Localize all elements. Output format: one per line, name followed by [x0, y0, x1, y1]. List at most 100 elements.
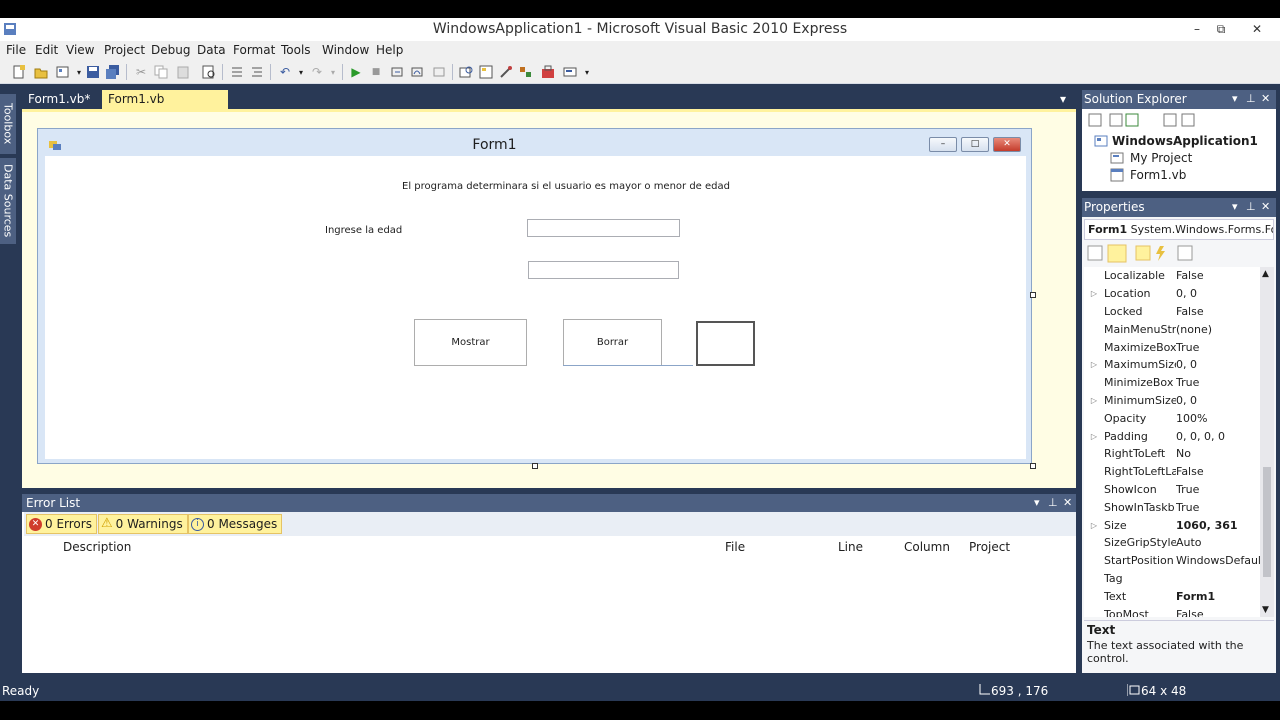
- menu-data[interactable]: Data: [193, 41, 230, 60]
- menu-format[interactable]: Format: [229, 41, 279, 60]
- column-column[interactable]: Column: [904, 540, 950, 554]
- property-grid-scrollbar[interactable]: ▲ ▼: [1260, 267, 1274, 617]
- property-row[interactable]: MaximizeBox True: [1084, 338, 1260, 356]
- error-list-close-icon[interactable]: ✕: [1063, 496, 1072, 509]
- find-icon[interactable]: [200, 63, 218, 81]
- scrollbar-thumb[interactable]: [1263, 467, 1271, 577]
- save-all-icon[interactable]: [104, 63, 122, 81]
- property-value[interactable]: Form1: [1176, 590, 1260, 603]
- property-value[interactable]: 1060, 361: [1176, 519, 1260, 532]
- property-row[interactable]: MinimizeBox True: [1084, 374, 1260, 392]
- property-row[interactable]: StartPosition WindowsDefault: [1084, 552, 1260, 570]
- property-row[interactable]: ▷ Size 1060, 361: [1084, 516, 1260, 534]
- label-heading[interactable]: El programa determinara si el usuario es…: [402, 181, 730, 192]
- solution-explorer-icon[interactable]: [477, 63, 495, 81]
- property-row[interactable]: TopMost False: [1084, 605, 1260, 617]
- property-row[interactable]: Text Form1: [1084, 587, 1260, 605]
- property-row[interactable]: SizeGripStyle Auto: [1084, 534, 1260, 552]
- selected-button[interactable]: [696, 321, 755, 366]
- property-value[interactable]: True: [1176, 501, 1260, 514]
- data-sources-tab[interactable]: Data Sources: [0, 158, 16, 244]
- object-selector[interactable]: Form1 System.Windows.Forms.Fo: [1084, 219, 1274, 240]
- resize-handle-right[interactable]: [1030, 292, 1036, 298]
- properties-window-icon[interactable]: [497, 63, 515, 81]
- property-row[interactable]: ShowIcon True: [1084, 481, 1260, 499]
- properties-pin-icon[interactable]: ⊥: [1246, 200, 1256, 213]
- property-value[interactable]: 0, 0, 0, 0: [1176, 430, 1260, 443]
- age-textbox[interactable]: [527, 219, 680, 237]
- object-browser-icon[interactable]: [517, 63, 535, 81]
- property-row[interactable]: Tag: [1084, 570, 1260, 588]
- mostrar-button[interactable]: Mostrar: [414, 319, 527, 366]
- column-project[interactable]: Project: [969, 540, 1010, 554]
- toolbox-icon[interactable]: [539, 63, 557, 81]
- open-folder-icon[interactable]: [32, 63, 50, 81]
- toolbar-options-icon[interactable]: ▾: [578, 63, 596, 81]
- solution-explorer-pin-icon[interactable]: ⊥: [1246, 92, 1256, 105]
- stop-debugging-icon[interactable]: ■: [367, 63, 385, 81]
- messages-filter[interactable]: i 0 Messages: [188, 514, 283, 534]
- expand-icon[interactable]: ▷: [1084, 289, 1104, 298]
- scroll-up-icon[interactable]: ▲: [1262, 269, 1269, 279]
- property-value[interactable]: True: [1176, 341, 1260, 354]
- property-value[interactable]: Auto: [1176, 536, 1260, 549]
- column-description[interactable]: Description: [63, 540, 131, 554]
- step-over-icon[interactable]: [408, 63, 426, 81]
- property-row[interactable]: RightToLeft No: [1084, 445, 1260, 463]
- property-value[interactable]: (none): [1176, 323, 1260, 336]
- property-value[interactable]: 0, 0: [1176, 394, 1260, 407]
- menu-edit[interactable]: Edit: [31, 41, 62, 60]
- error-list-pin-icon[interactable]: ⊥: [1048, 496, 1058, 509]
- save-icon[interactable]: [84, 63, 102, 81]
- property-value[interactable]: False: [1176, 269, 1260, 282]
- properties-dropdown-icon[interactable]: ▾: [1232, 200, 1238, 213]
- menu-view[interactable]: View: [62, 41, 98, 60]
- form1-file-node[interactable]: Form1.vb: [1130, 168, 1186, 182]
- expand-icon[interactable]: ▷: [1084, 396, 1104, 405]
- cut-icon[interactable]: ✂: [132, 63, 150, 81]
- property-row[interactable]: RightToLeftLa False: [1084, 463, 1260, 481]
- resize-handle-bottom[interactable]: [532, 463, 538, 469]
- column-line[interactable]: Line: [838, 540, 863, 554]
- start-debugging-icon[interactable]: ▶: [347, 63, 365, 81]
- redo-dropdown-icon[interactable]: ▾: [324, 63, 342, 81]
- solution-project-node[interactable]: WindowsApplication1: [1112, 134, 1258, 148]
- toolbox-tab[interactable]: Toolbox: [0, 94, 16, 154]
- expand-icon[interactable]: ▷: [1084, 432, 1104, 441]
- close-button[interactable]: ✕: [1242, 18, 1272, 41]
- extension-icon[interactable]: [561, 63, 579, 81]
- restore-button[interactable]: ⧉: [1206, 18, 1236, 41]
- uncomment-icon[interactable]: [248, 63, 266, 81]
- tab-list-dropdown-icon[interactable]: ▾: [1060, 92, 1066, 106]
- property-value[interactable]: False: [1176, 465, 1260, 478]
- tab-form1-code[interactable]: Form1.vb*: [22, 90, 96, 109]
- step-into-icon[interactable]: [388, 63, 406, 81]
- resize-handle-corner[interactable]: [1030, 463, 1036, 469]
- property-value[interactable]: 0, 0: [1176, 287, 1260, 300]
- copy-icon[interactable]: [152, 63, 170, 81]
- warnings-filter[interactable]: ⚠ 0 Warnings: [98, 514, 188, 534]
- solution-explorer-close-icon[interactable]: ✕: [1261, 92, 1270, 105]
- label-age[interactable]: Ingrese la edad: [325, 225, 402, 236]
- find-in-files-icon[interactable]: [457, 63, 475, 81]
- property-row[interactable]: ▷ MaximumSize 0, 0: [1084, 356, 1260, 374]
- expand-icon[interactable]: ▷: [1084, 521, 1104, 530]
- expand-icon[interactable]: ▷: [1084, 360, 1104, 369]
- property-value[interactable]: WindowsDefault: [1176, 554, 1260, 567]
- property-row[interactable]: ShowInTaskb True: [1084, 498, 1260, 516]
- property-row[interactable]: ▷ MinimumSize 0, 0: [1084, 392, 1260, 410]
- property-row[interactable]: MainMenuStr (none): [1084, 320, 1260, 338]
- menu-window[interactable]: Window: [318, 41, 373, 60]
- property-row[interactable]: ▷ Padding 0, 0, 0, 0: [1084, 427, 1260, 445]
- result-textbox[interactable]: [528, 261, 679, 279]
- errors-filter[interactable]: ✕ 0 Errors: [26, 514, 97, 534]
- property-value[interactable]: True: [1176, 483, 1260, 496]
- property-value[interactable]: 0, 0: [1176, 358, 1260, 371]
- property-row[interactable]: ▷ Location 0, 0: [1084, 285, 1260, 303]
- comment-icon[interactable]: [228, 63, 246, 81]
- properties-close-icon[interactable]: ✕: [1261, 200, 1270, 213]
- menu-file[interactable]: File: [2, 41, 30, 60]
- property-row[interactable]: Opacity 100%: [1084, 409, 1260, 427]
- menu-tools[interactable]: Tools: [277, 41, 315, 60]
- menu-debug[interactable]: Debug: [147, 41, 194, 60]
